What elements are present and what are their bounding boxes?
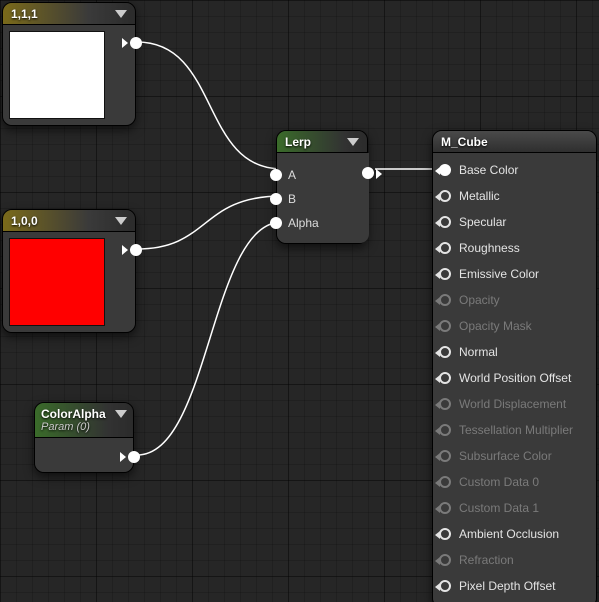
pin-arrow-icon [122,245,128,255]
pin-label: Opacity [459,293,500,307]
pin-label: Subsurface Color [459,449,552,463]
output-pin[interactable] [362,167,374,179]
material-input-base-color[interactable]: Base Color [437,157,590,183]
pin-arrow-icon [120,452,126,462]
input-pin-icon [439,450,451,462]
pin-label: Pixel Depth Offset [459,579,556,593]
pin-arrow-icon [376,169,382,179]
color-swatch [9,31,105,119]
output-pin[interactable] [128,451,140,463]
collapse-chevron-icon[interactable] [115,217,127,225]
input-pin-icon[interactable] [439,372,451,384]
node-title: ColorAlpha [41,407,106,421]
material-input-ambient-occlusion[interactable]: Ambient Occlusion [437,521,590,547]
input-pin-icon [439,476,451,488]
input-pin-icon[interactable] [439,580,451,592]
node-title: M_Cube [441,135,488,149]
pin-label: Tessellation Multiplier [459,423,573,437]
input-pin-alpha[interactable]: Alpha [281,211,365,235]
input-pin-icon[interactable] [439,268,451,280]
pin-label: Metallic [459,189,500,203]
input-pin-icon [439,320,451,332]
pin-label: World Displacement [459,397,566,411]
material-input-metallic[interactable]: Metallic [437,183,590,209]
input-pin-icon[interactable] [439,242,451,254]
input-pin-icon [439,502,451,514]
material-input-world-displacement: World Displacement [437,391,590,417]
collapse-chevron-icon[interactable] [115,10,127,18]
material-input-roughness[interactable]: Roughness [437,235,590,261]
pin-label: Custom Data 1 [459,501,539,515]
collapse-chevron-icon[interactable] [347,138,359,146]
input-pin-icon [439,424,451,436]
material-input-emissive-color[interactable]: Emissive Color [437,261,590,287]
input-pin-icon [439,398,451,410]
pin-label: Opacity Mask [459,319,532,333]
node-title: 1,0,0 [11,214,38,228]
node-header[interactable]: ColorAlpha Param (0) [35,403,133,438]
output-pin[interactable] [130,244,142,256]
node-header[interactable]: 1,1,1 [3,3,135,25]
node-param-coloralpha[interactable]: ColorAlpha Param (0) [34,402,134,473]
pin-label: Ambient Occlusion [459,527,559,541]
output-pin[interactable] [130,37,142,49]
material-input-refraction: Refraction [437,547,590,573]
node-subtitle: Param (0) [41,421,127,433]
input-pin-icon [439,554,451,566]
node-title: Lerp [285,135,311,149]
pin-label: Custom Data 0 [459,475,539,489]
material-input-custom-data-0: Custom Data 0 [437,469,590,495]
pin-label: Roughness [459,241,520,255]
pin-label: Specular [459,215,506,229]
pin-label: Refraction [459,553,514,567]
material-input-opacity-mask: Opacity Mask [437,313,590,339]
pin-arrow-icon [122,38,128,48]
material-input-specular[interactable]: Specular [437,209,590,235]
material-input-opacity: Opacity [437,287,590,313]
node-constant-red[interactable]: 1,0,0 [2,209,136,333]
node-material-output[interactable]: M_Cube Base Color Metallic Specular Roughne… [432,130,597,602]
pin-label: Normal [459,345,498,359]
node-title: 1,1,1 [11,7,38,21]
node-header[interactable]: 1,0,0 [3,210,135,232]
pin-label: Base Color [459,163,518,177]
node-constant-white[interactable]: 1,1,1 [2,2,136,126]
material-input-world-position-offset[interactable]: World Position Offset [437,365,590,391]
material-input-custom-data-1: Custom Data 1 [437,495,590,521]
input-pin-icon [439,294,451,306]
input-pin-icon[interactable] [439,346,451,358]
material-input-normal[interactable]: Normal [437,339,590,365]
pin-label: Emissive Color [459,267,539,281]
pin-label: World Position Offset [459,371,571,385]
node-header[interactable]: Lerp [277,131,367,153]
color-swatch [9,238,105,326]
node-lerp[interactable]: Lerp A B Alpha [276,130,368,244]
input-pin-b[interactable]: B [281,187,365,211]
input-pin-icon[interactable] [439,216,451,228]
input-pin-icon[interactable] [439,190,451,202]
material-input-subsurface-color: Subsurface Color [437,443,590,469]
material-input-tessellation-multiplier: Tessellation Multiplier [437,417,590,443]
node-header[interactable]: M_Cube [433,131,596,153]
input-pin-a[interactable]: A [281,163,365,187]
collapse-chevron-icon[interactable] [115,410,127,418]
input-pin-icon[interactable] [439,528,451,540]
input-pin-icon[interactable] [439,164,451,176]
material-input-pixel-depth-offset[interactable]: Pixel Depth Offset [437,573,590,599]
